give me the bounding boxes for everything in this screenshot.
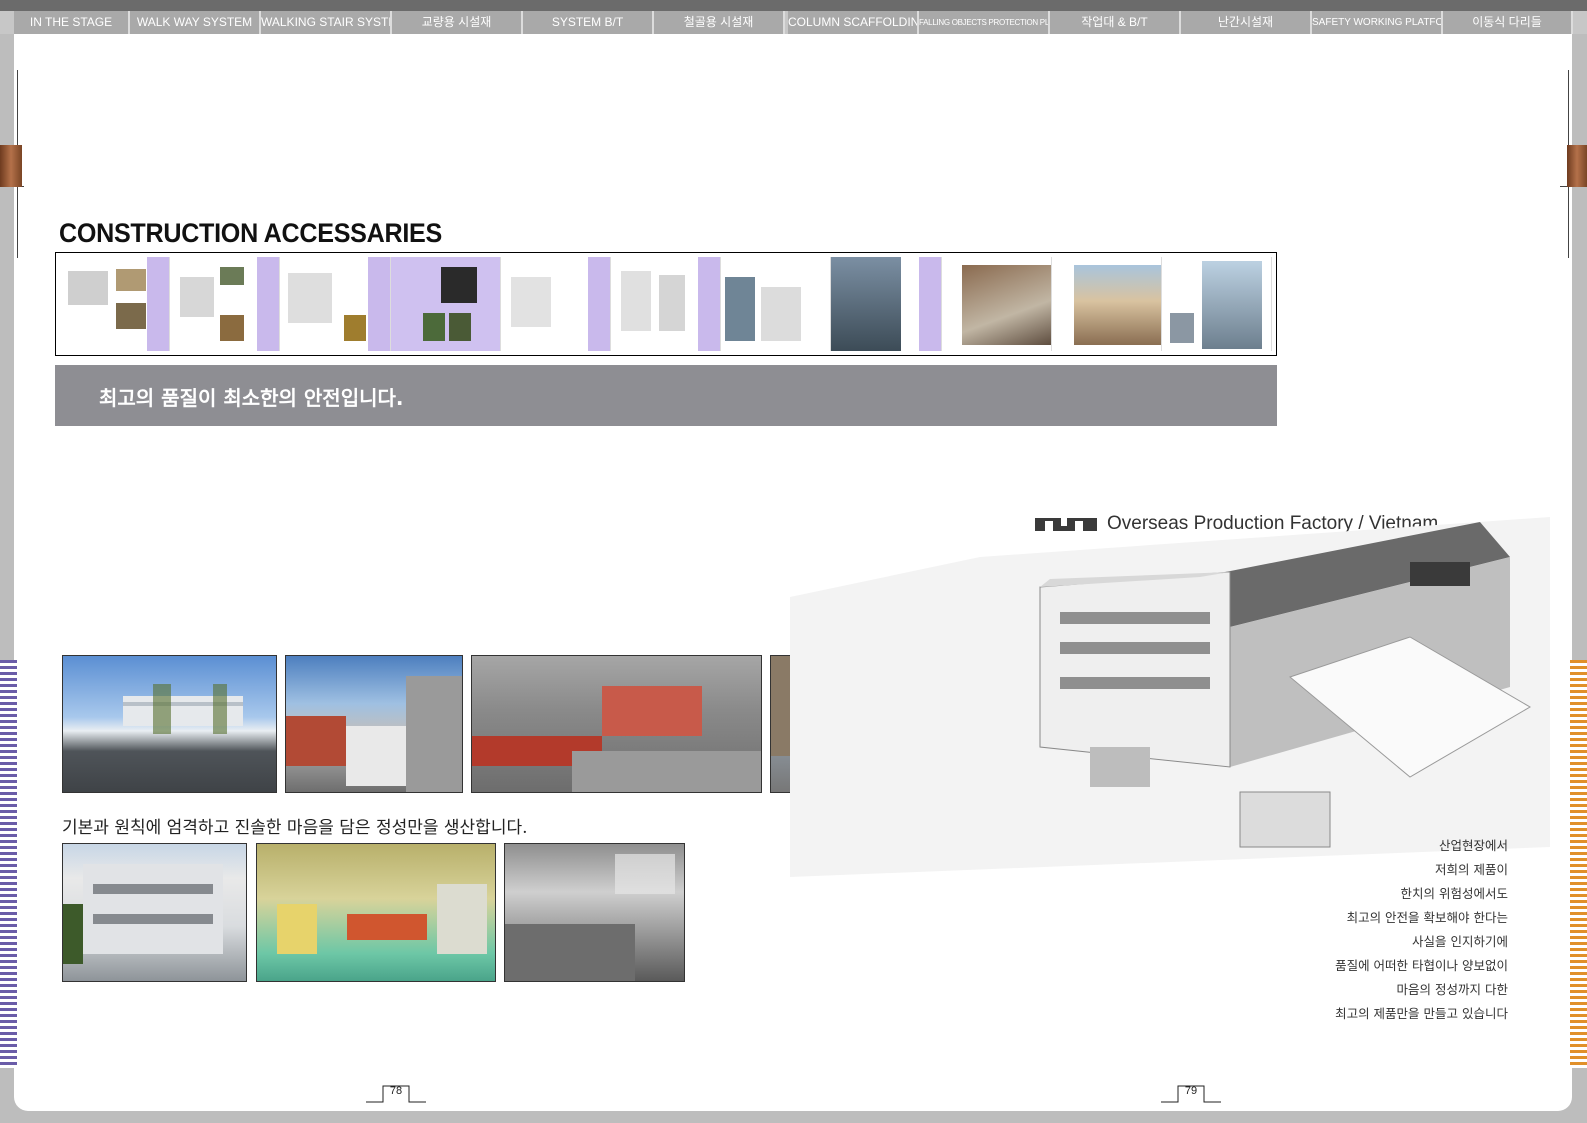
poem-line: 최고의 안전을 확보해야 한다는 [1346,910,1508,925]
catalog-spread-thumbnail [390,257,501,351]
poem-line: 품질에 어떠한 타협이나 양보없이 [1335,958,1508,973]
photos-caption: 기본과 원칙에 엄격하고 진솔한 마음을 담은 정성만을 생산합니다. [62,818,528,838]
tab-railing-materials[interactable]: 난간시설재 [1181,11,1312,34]
catalog-spread-thumbnail [60,257,171,351]
catalog-spread-thumbnail [942,257,1052,351]
stripe-decoration-right [1570,660,1587,1068]
poem-line: 저희의 제품이 [1435,862,1508,877]
catalog-spread-thumbnail [611,257,722,351]
poem-line: 산업현장에서 [1438,838,1508,853]
poem-line: 마음의 정성까지 다한 [1396,982,1508,997]
tab-column-scaffolding[interactable]: COLUMN SCAFFOLDING [788,11,919,34]
tab-falling-objects-platform[interactable]: FALLING OBJECTS PROTECTION PLATFORM [919,11,1050,34]
catalog-spread-thumbnail [721,257,832,351]
tab-steel-frame-materials[interactable]: 철골용 시설재 [654,11,785,34]
tab-walk-way-system[interactable]: WALK WAY SYSTEM [130,11,261,34]
catalog-thumbnail-strip [55,252,1277,356]
photo-factory-road [62,655,277,793]
photo-warehouse-interior [504,843,685,982]
catalog-spread-thumbnail [170,257,281,351]
catalog-spread-thumbnail [1052,257,1162,351]
catalog-spread-thumbnail [1162,257,1273,351]
tab-in-the-stage[interactable]: IN THE STAGE [14,11,130,34]
side-thumbnail-left [0,145,22,187]
factory-illustration [790,517,1550,877]
catalog-spread-thumbnail [831,257,942,351]
tab-safety-working-platform[interactable]: SAFETY WORKING PLATFORM [1312,11,1443,34]
banner-text: 최고의 품질이 최소한의 안전입니다. [99,386,404,410]
photo-production-line [256,843,496,982]
quality-banner: 최고의 품질이 최소한의 안전입니다. [55,365,1277,426]
tab-bridge-materials[interactable]: 교량용 시설재 [392,11,523,34]
stripe-decoration-left [0,660,17,1068]
section-title: CONSTRUCTION ACCESSARIES [59,218,443,248]
photo-factory-entrance [62,843,247,982]
side-thumbnail-right [1567,145,1587,187]
catalog-spread-thumbnail [501,257,611,351]
tab-work-platform-bt[interactable]: 작업대 & B/T [1050,11,1181,34]
photo-scaffold-stacks [285,655,463,793]
catalog-spread-thumbnail [280,257,391,351]
poem-line: 한치의 위험성에서도 [1400,886,1508,901]
tab-walking-stair-system[interactable]: WALKING STAIR SYSTEM [261,11,392,34]
page-number-left: 78 [366,1084,426,1104]
poem-line: 최고의 제품만을 만들고 있습니다 [1335,1006,1508,1021]
page-number-right: 79 [1161,1084,1221,1104]
page-number-right-value: 79 [1184,1085,1198,1097]
tab-system-bt[interactable]: SYSTEM B/T [523,11,654,34]
photo-truck-loading [471,655,762,793]
page-number-left-value: 78 [389,1085,403,1097]
factory-poem: 산업현장에서 저희의 제품이 한치의 위험성에서도 최고의 안전을 확보해야 한… [1335,834,1508,1026]
top-bar-shade [0,0,1587,11]
poem-line: 사실을 인지하기에 [1412,934,1508,949]
tab-mobile-ladders[interactable]: 이동식 다리들 [1443,11,1573,34]
